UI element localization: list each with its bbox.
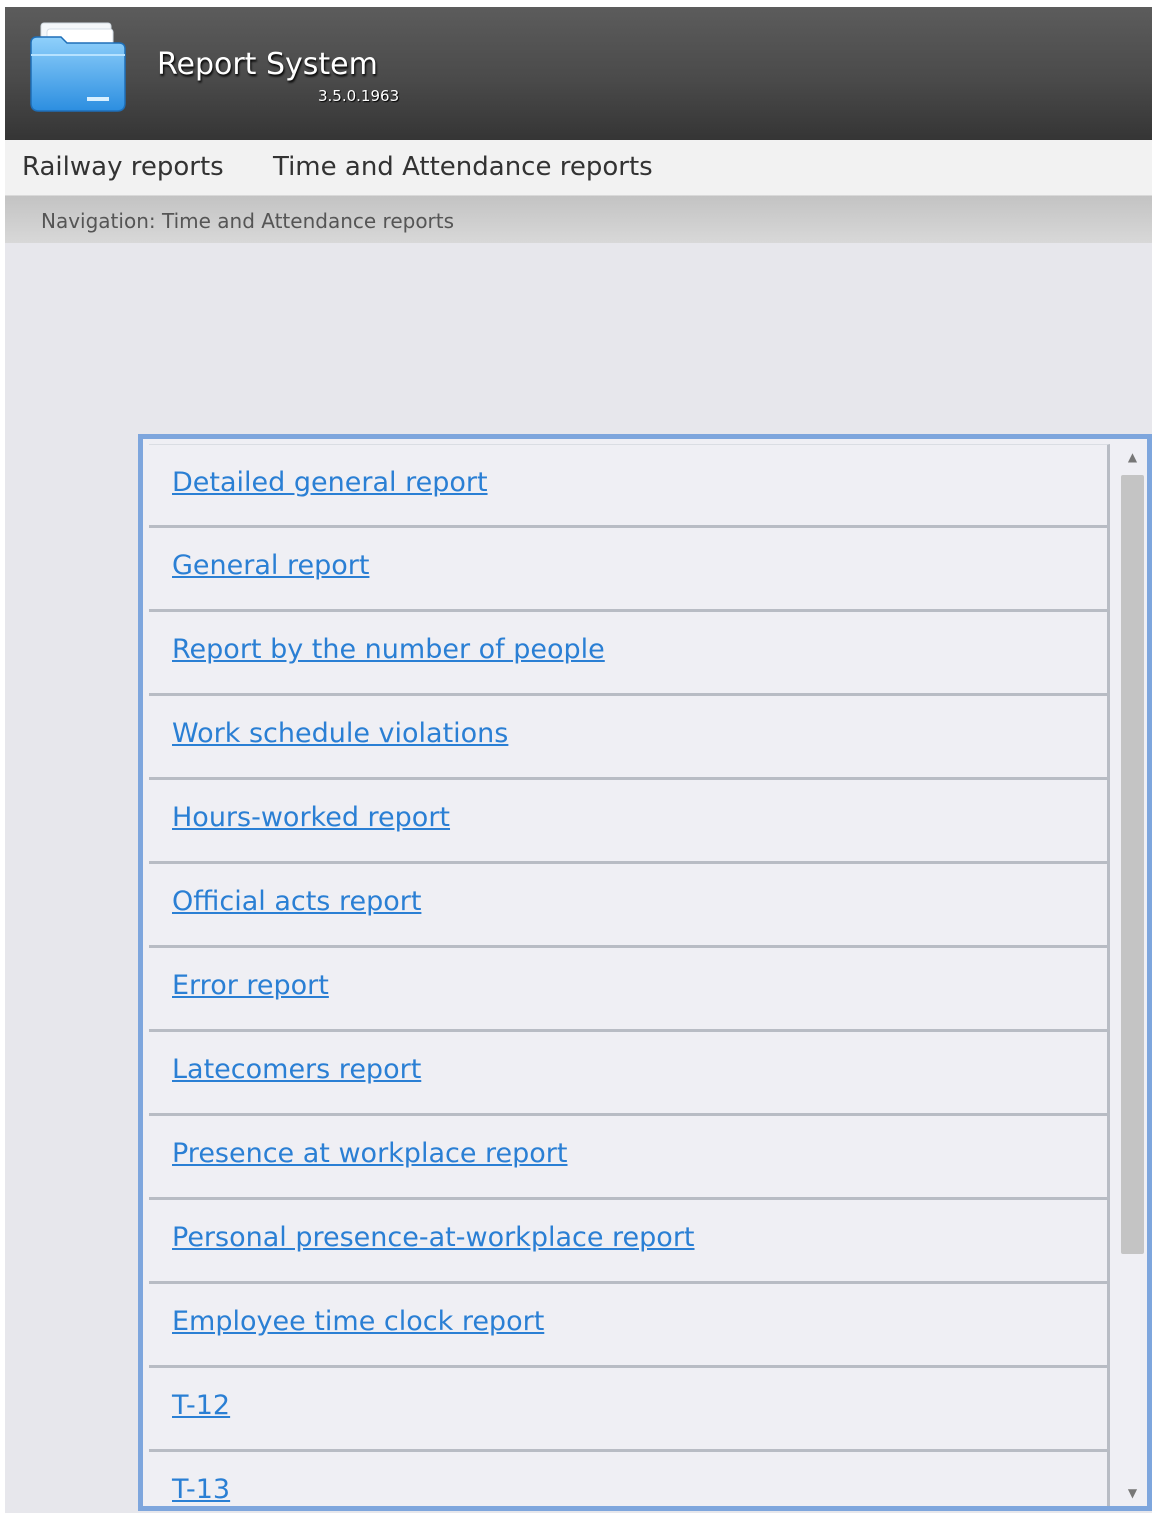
list-item: Personal presence-at-workplace report	[149, 1200, 1110, 1284]
scroll-thumb[interactable]	[1121, 475, 1144, 1254]
folder-icon	[30, 22, 126, 112]
report-link-hours-worked[interactable]: Hours-worked report	[172, 802, 450, 833]
report-link-employee-time-clock[interactable]: Employee time clock report	[172, 1306, 544, 1337]
menu-item-railway-reports[interactable]: Railway reports	[22, 152, 224, 182]
report-system-window: Report System 3.5.0.1963 Railway reports…	[5, 7, 1152, 1513]
main-menu: Railway reports Time and Attendance repo…	[5, 140, 1152, 196]
breadcrumb-text: Navigation: Time and Attendance reports	[41, 209, 455, 233]
report-link-official-acts[interactable]: Official acts report	[172, 886, 421, 917]
app-title: Report System	[157, 47, 378, 82]
list-item: Official acts report	[149, 864, 1110, 948]
menu-item-time-attendance-reports[interactable]: Time and Attendance reports	[273, 152, 653, 182]
report-link-number-of-people[interactable]: Report by the number of people	[172, 634, 605, 665]
report-link-latecomers[interactable]: Latecomers report	[172, 1054, 421, 1085]
report-link-general[interactable]: General report	[172, 550, 369, 581]
list-item: Latecomers report	[149, 1032, 1110, 1116]
breadcrumb: Navigation: Time and Attendance reports	[5, 196, 1152, 243]
report-link-error[interactable]: Error report	[172, 970, 329, 1001]
list-item: Hours-worked report	[149, 780, 1110, 864]
list-item: Work schedule violations	[149, 696, 1110, 780]
app-version: 3.5.0.1963	[318, 87, 400, 105]
list-item: T-12	[149, 1368, 1110, 1452]
list-item: General report	[149, 528, 1110, 612]
report-link-t13[interactable]: T-13	[172, 1474, 230, 1505]
report-list-panel: Detailed general report General report R…	[138, 434, 1152, 1511]
report-link-work-schedule-violations[interactable]: Work schedule violations	[172, 718, 508, 749]
list-item: Error report	[149, 948, 1110, 1032]
scroll-up-icon[interactable]: ▲	[1118, 444, 1147, 470]
list-item: T-13	[149, 1452, 1110, 1506]
list-item: Report by the number of people	[149, 612, 1110, 696]
list-item: Detailed general report	[149, 444, 1110, 528]
scroll-down-icon[interactable]: ▼	[1118, 1480, 1147, 1506]
report-link-t12[interactable]: T-12	[172, 1390, 230, 1421]
list-item: Employee time clock report	[149, 1284, 1110, 1368]
vertical-scrollbar[interactable]: ▲ ▼	[1118, 444, 1147, 1506]
app-header: Report System 3.5.0.1963	[5, 7, 1152, 140]
report-list: Detailed general report General report R…	[149, 444, 1110, 1506]
report-link-detailed-general[interactable]: Detailed general report	[172, 467, 488, 498]
list-item: Presence at workplace report	[149, 1116, 1110, 1200]
report-link-presence-at-workplace[interactable]: Presence at workplace report	[172, 1138, 568, 1169]
report-link-personal-presence[interactable]: Personal presence-at-workplace report	[172, 1222, 695, 1253]
